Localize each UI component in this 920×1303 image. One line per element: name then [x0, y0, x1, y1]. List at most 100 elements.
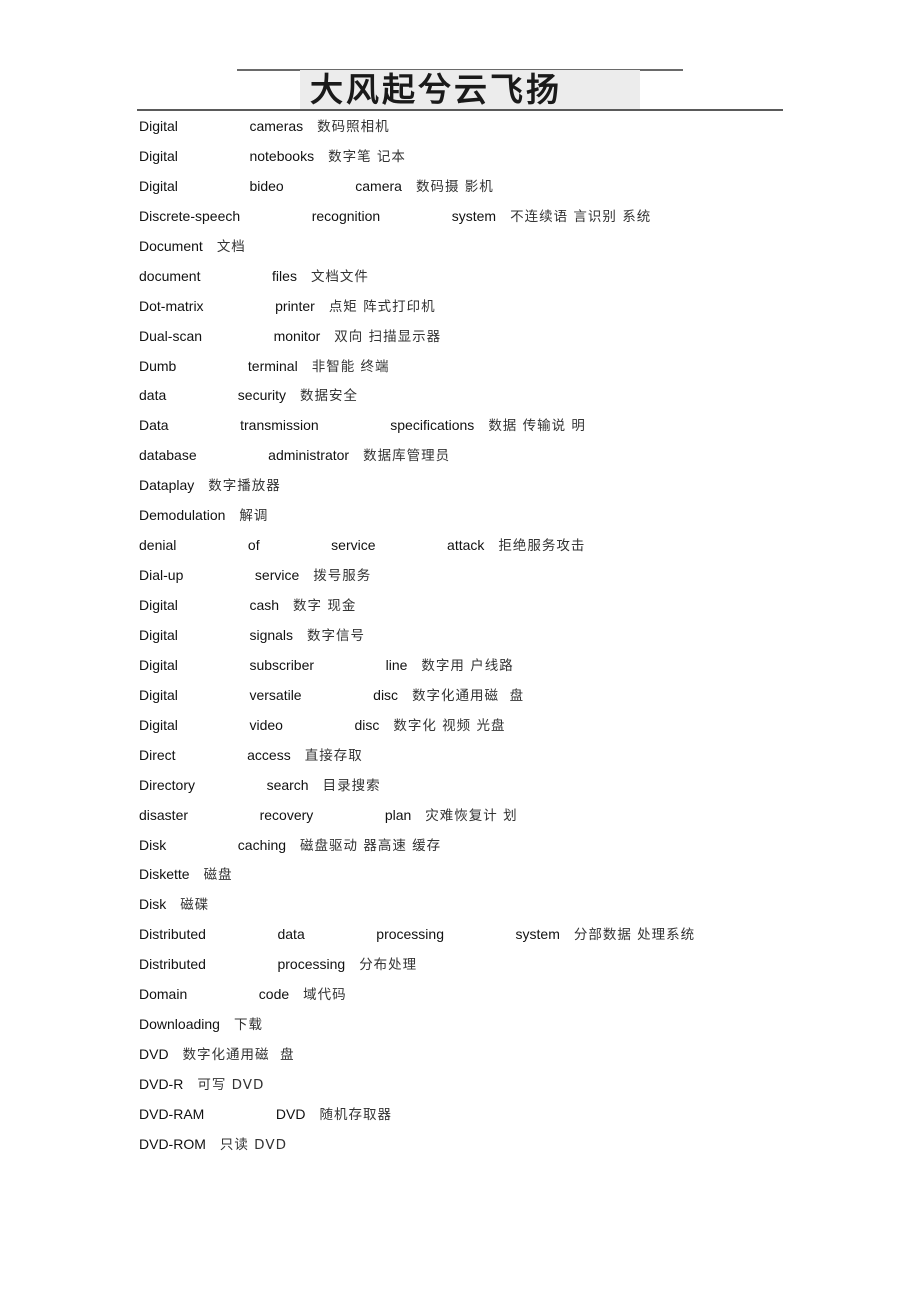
english-term: Downloading [139, 1016, 220, 1033]
glossary-entry: Digital cash 数字 现金 [139, 595, 695, 625]
glossary-entry: DVD-R 可写 DVD [139, 1074, 695, 1104]
english-term: Directory search [139, 776, 309, 793]
english-term: Disk caching [139, 836, 287, 853]
english-term: Dumb terminal [139, 357, 298, 374]
english-term: Digital subscriber line [139, 656, 408, 673]
glossary-entry: Domain code 域代码 [139, 984, 695, 1014]
glossary-entry: database administrator 数据库管理员 [139, 445, 695, 475]
english-term: Domain code [139, 986, 290, 1003]
english-term: Dual-scan monitor [139, 327, 321, 344]
english-term: Distributed processing [139, 956, 346, 973]
glossary-entry: Digital signals 数字信号 [139, 625, 695, 655]
english-term: database administrator [139, 447, 350, 464]
glossary-entry: Disk caching 磁盘驱动 器高速 缓存 [139, 835, 695, 865]
document-page: 大风起兮云飞扬 Digital cameras 数码照相机 Digital note… [0, 0, 920, 1303]
glossary-entry: Digital notebooks 数字笔 记本 [139, 146, 695, 176]
english-term: Digital video disc [139, 716, 380, 733]
chinese-translation: 不连续语 言识别 系统 [510, 208, 652, 225]
english-term: document files [139, 267, 297, 284]
glossary-entry: Downloading 下载 [139, 1014, 695, 1044]
glossary-entry: Disk 磁碟 [139, 894, 695, 924]
glossary-entry: Distributed data processing system 分部数据 处… [139, 924, 695, 954]
english-term: denial of service attack [139, 537, 485, 554]
chinese-translation: 解调 [239, 508, 269, 525]
chinese-translation: 分布处理 [359, 957, 418, 974]
chinese-translation: 数据 传输说 明 [488, 418, 586, 435]
english-term: data security [139, 387, 287, 404]
chinese-translation: 可写 DVD [197, 1077, 265, 1093]
glossary-entry: Demodulation 解调 [139, 505, 695, 535]
chinese-translation: 数字播放器 [208, 478, 281, 495]
chinese-translation: 磁碟 [180, 897, 210, 914]
chinese-translation: 数字化通用磁 盘 [182, 1047, 295, 1064]
english-term: Digital bideo camera [139, 177, 402, 194]
chinese-translation: 数据库管理员 [363, 448, 451, 465]
chinese-translation: 文档 [216, 238, 246, 255]
english-term: Digital cameras [139, 118, 304, 134]
glossary-entry: DVD-ROM 只读 DVD [139, 1134, 695, 1164]
glossary-entry: Digital versatile disc 数字化通用磁 盘 [139, 685, 695, 715]
chinese-translation: 灾难恢复计 划 [425, 807, 518, 824]
glossary-entry: Discrete-speech recognition system 不连续语 言… [139, 206, 695, 236]
glossary-entry: Dumb terminal 非智能 终端 [139, 356, 695, 386]
glossary-entry: Directory search 目录搜索 [139, 775, 695, 805]
english-term: Digital versatile disc [139, 686, 399, 703]
chinese-translation: 只读 DVD [219, 1136, 287, 1153]
english-term: Diskette [139, 866, 190, 883]
chinese-translation: 双向 扫描显示器 [334, 328, 442, 345]
glossary-entry: Document 文档 [139, 236, 695, 266]
glossary-entry: Dot-matrix printer 点矩 阵式打印机 [139, 296, 695, 326]
english-term: Document [139, 237, 203, 254]
glossary-entry: disaster recovery plan 灾难恢复计 划 [139, 805, 695, 835]
english-term: DVD-ROM [139, 1135, 206, 1152]
chinese-translation: 非智能 终端 [311, 358, 390, 375]
glossary-entry: Dataplay 数字播放器 [139, 475, 695, 505]
english-term: Data transmission specifications [139, 417, 475, 434]
english-term: Digital notebooks [139, 147, 315, 164]
english-term: Dial-up service [139, 567, 300, 584]
chinese-translation: 数字 现金 [293, 598, 357, 614]
english-term: DVD-RAM DVD [139, 1105, 306, 1122]
chinese-translation: 数字用 户线路 [421, 657, 514, 674]
glossary-entry: Diskette 磁盘 [139, 864, 695, 894]
english-term: Digital signals [139, 626, 294, 643]
glossary-entry: Dial-up service 拨号服务 [139, 565, 695, 595]
chinese-translation: 拨号服务 [313, 568, 372, 585]
chinese-translation: 分部数据 处理系统 [573, 927, 696, 944]
english-term: Digital cash [139, 597, 280, 613]
glossary-list: Digital cameras 数码照相机 Digital notebooks 数字笔… [139, 116, 695, 1164]
english-term: Disk [139, 896, 167, 913]
english-term: Direct access [139, 746, 291, 763]
english-term: Discrete-speech recognition system [139, 207, 497, 224]
chinese-translation: 数字信号 [307, 627, 366, 644]
glossary-entry: data security 数据安全 [139, 385, 695, 415]
glossary-entry: Digital bideo camera 数码摄 影机 [139, 176, 695, 206]
chinese-translation: 数字笔 记本 [328, 148, 406, 165]
chinese-translation: 直接存取 [304, 747, 363, 764]
chinese-translation: 数据安全 [300, 388, 359, 405]
glossary-entry: DVD-RAM DVD 随机存取器 [139, 1104, 695, 1134]
header-title: 大风起兮云飞扬 [310, 70, 562, 109]
glossary-entry: DVD 数字化通用磁 盘 [139, 1044, 695, 1074]
english-term: DVD [139, 1046, 169, 1063]
chinese-translation: 数字化 视频 光盘 [393, 717, 506, 734]
english-term: Dataplay [139, 477, 195, 494]
english-term: Distributed data processing system [139, 926, 560, 943]
glossary-entry: denial of service attack 拒绝服务攻击 [139, 535, 695, 565]
chinese-translation: 点矩 阵式打印机 [328, 298, 436, 315]
chinese-translation: 数字化通用磁 盘 [412, 687, 525, 704]
english-term: Dot-matrix printer [139, 297, 315, 314]
glossary-entry: Distributed processing 分布处理 [139, 954, 695, 984]
glossary-entry: Digital cameras 数码照相机 [139, 116, 695, 146]
glossary-entry: document files 文档文件 [139, 266, 695, 296]
chinese-translation: 数码摄 影机 [415, 178, 494, 195]
glossary-entry: Data transmission specifications 数据 传输说 明 [139, 415, 695, 445]
glossary-entry: Direct access 直接存取 [139, 745, 695, 775]
glossary-entry: Dual-scan monitor 双向 扫描显示器 [139, 326, 695, 356]
chinese-translation: 随机存取器 [319, 1106, 392, 1123]
chinese-translation: 下载 [233, 1017, 263, 1034]
english-term: Demodulation [139, 507, 226, 524]
glossary-entry: Digital video disc 数字化 视频 光盘 [139, 715, 695, 745]
chinese-translation: 拒绝服务攻击 [498, 538, 586, 555]
chinese-translation: 目录搜索 [322, 777, 381, 794]
